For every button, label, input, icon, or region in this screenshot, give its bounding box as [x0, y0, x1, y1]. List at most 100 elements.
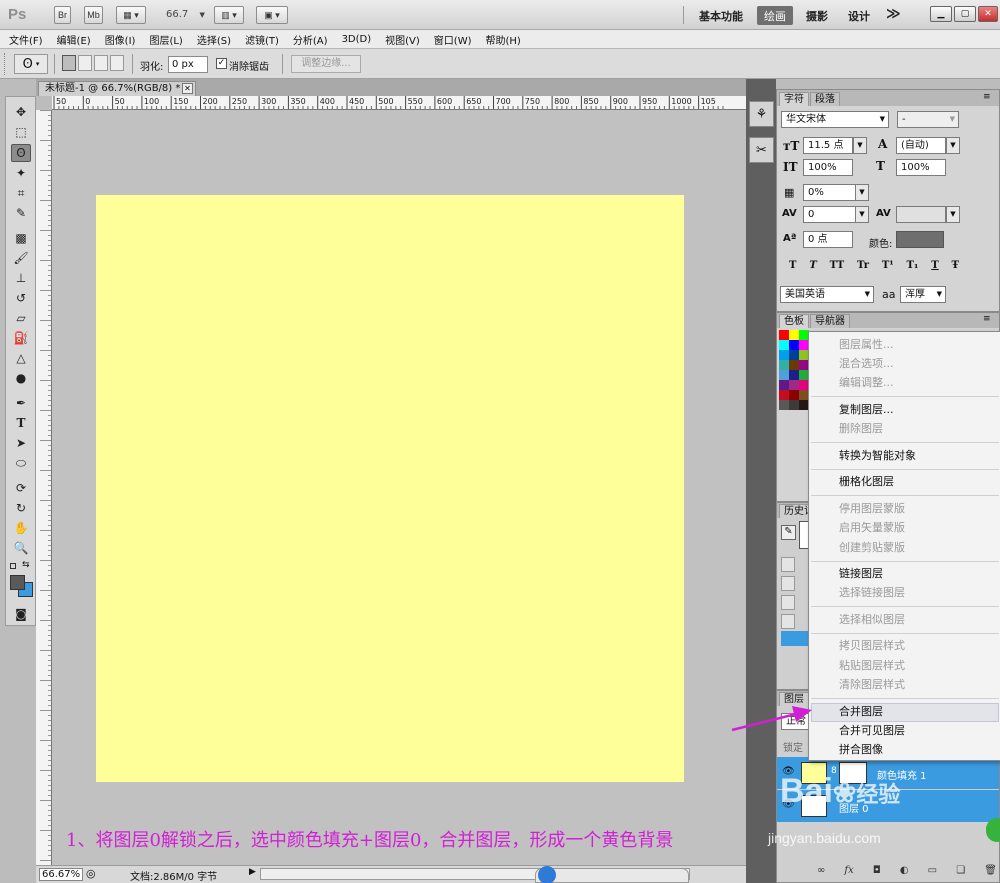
quick-selection-tool[interactable]: ✦ [11, 164, 31, 182]
adjustment-layer-icon[interactable]: ◐ [900, 865, 909, 876]
menu-item-select-similar-layers[interactable]: 选择相似图层 [839, 613, 905, 627]
more-workspaces-button[interactable]: ≫ [886, 6, 901, 22]
default-colors-button[interactable] [10, 563, 16, 569]
menu-view[interactable]: 视图(V) [385, 32, 420, 47]
new-group-icon[interactable]: ▭ [928, 865, 937, 876]
add-mask-icon[interactable]: ◘ [873, 865, 881, 876]
menu-item-enable-vector-mask[interactable]: 启用矢量蒙版 [839, 521, 905, 535]
status-menu-arrow[interactable]: ▶ [249, 867, 256, 877]
workspace-painting[interactable]: 绘画 [757, 6, 793, 25]
tab-character[interactable]: 字符 [779, 92, 809, 106]
swatch[interactable] [789, 330, 799, 340]
swatch[interactable] [779, 380, 789, 390]
eyedropper-tool[interactable]: ✎ [11, 204, 31, 222]
bridge-button[interactable]: Br [54, 6, 71, 24]
text-color-swatch[interactable] [896, 231, 944, 248]
menu-item-clear-layer-style[interactable]: 清除图层样式 [839, 678, 905, 692]
foreground-color-swatch[interactable] [10, 575, 25, 590]
swatch[interactable] [789, 370, 799, 380]
faux-italic-button[interactable]: T [809, 260, 816, 271]
close-tab-button[interactable]: ✕ [182, 83, 193, 94]
strikethrough-button[interactable]: Ŧ [952, 260, 959, 271]
close-button[interactable]: ✕ [978, 6, 998, 22]
snapshot-brush-icon[interactable]: ✎ [781, 525, 796, 540]
underline-button[interactable]: T [931, 260, 938, 271]
healing-brush-tool[interactable]: ▩ [11, 229, 31, 247]
menu-item-convert-smart-object[interactable]: 转换为智能对象 [839, 449, 916, 463]
swap-colors-icon[interactable]: ⇆ [22, 560, 30, 570]
subscript-button[interactable]: T₁ [907, 260, 919, 271]
swatch[interactable] [779, 390, 789, 400]
tracking-dropdown[interactable]: ▼ [946, 206, 960, 223]
baseline-shift-input[interactable]: 0 点 [803, 231, 853, 248]
minimize-button[interactable]: ▁ [930, 6, 952, 22]
workspace-essentials[interactable]: 基本功能 [699, 8, 743, 24]
blur-tool[interactable]: △ [11, 349, 31, 367]
zoom-tool[interactable]: 🔍 [11, 539, 31, 557]
menu-item-rasterize-layer[interactable]: 栅格化图层 [839, 475, 894, 489]
swatch-grid[interactable] [779, 330, 809, 410]
tsume-dropdown[interactable]: ▼ [855, 184, 869, 201]
document-tab[interactable]: 未标题-1 @ 66.7%(RGB/8) * [38, 81, 196, 96]
3d-orbit-tool[interactable]: ↻ [11, 499, 31, 517]
leading-input[interactable]: (自动) [896, 137, 946, 154]
swatch[interactable] [779, 360, 789, 370]
history-state[interactable] [781, 557, 795, 572]
eraser-tool[interactable]: ▱ [11, 309, 31, 327]
ellipse-tool[interactable]: ⬭ [11, 454, 31, 472]
history-state[interactable] [781, 595, 795, 610]
menu-item-copy-layer-style[interactable]: 拷贝图层样式 [839, 639, 905, 653]
menu-item-blending-options[interactable]: 混合选项... [839, 357, 894, 371]
menu-analysis[interactable]: 分析(A) [293, 32, 328, 47]
font-size-dropdown[interactable]: ▼ [853, 137, 867, 154]
menu-item-paste-layer-style[interactable]: 粘贴图层样式 [839, 659, 905, 673]
leading-dropdown[interactable]: ▼ [946, 137, 960, 154]
add-to-selection-button[interactable] [78, 55, 92, 71]
status-zoom[interactable]: 66.67% [39, 868, 84, 881]
menu-item-merge-layers[interactable]: 合并图层 [839, 705, 883, 719]
menu-3d[interactable]: 3D(D) [342, 34, 372, 45]
faux-bold-button[interactable]: T [789, 260, 796, 271]
menu-help[interactable]: 帮助(H) [486, 32, 521, 47]
panel-menu-icon[interactable]: ≡ [983, 314, 991, 324]
menu-item-layer-properties[interactable]: 图层属性... [839, 338, 894, 352]
tab-swatches[interactable]: 色板 [779, 314, 809, 328]
swatch[interactable] [789, 400, 799, 410]
font-size-input[interactable]: 11.5 点 [803, 137, 853, 154]
menu-item-link-layers[interactable]: 链接图层 [839, 567, 883, 581]
font-style-dropdown[interactable]: - ▼ [897, 111, 959, 128]
move-tool[interactable]: ✥ [11, 103, 31, 121]
tab-navigator[interactable]: 导航器 [810, 314, 850, 328]
refine-edge-button[interactable]: 调整边缘... [291, 55, 361, 73]
horizontal-scale-input[interactable]: 100% [896, 159, 946, 176]
history-brush-tool[interactable]: ↺ [11, 289, 31, 307]
brush-tool[interactable]: 🖌 [11, 249, 31, 267]
ime-toolbar[interactable] [535, 866, 689, 883]
menu-file[interactable]: 文件(F) [9, 32, 43, 47]
maximize-button[interactable]: ▢ [954, 6, 976, 22]
panel-menu-icon[interactable]: ≡ [983, 92, 991, 102]
tab-paragraph[interactable]: 段落 [810, 92, 840, 106]
swatch[interactable] [779, 350, 789, 360]
status-info-icon[interactable]: ◎ [86, 867, 96, 880]
menu-item-select-linked-layers[interactable]: 选择链接图层 [839, 586, 905, 600]
quick-mask-button[interactable]: ◙ [11, 605, 31, 623]
clone-stamp-tool[interactable]: ⊥ [11, 269, 31, 287]
menu-window[interactable]: 窗口(W) [434, 32, 472, 47]
kerning-dropdown[interactable]: ▼ [855, 206, 869, 223]
new-layer-icon[interactable]: ❏ [956, 865, 965, 876]
crop-tool[interactable]: ⌗ [11, 184, 31, 202]
superscript-button[interactable]: T¹ [882, 260, 894, 271]
lasso-tool[interactable]: ʘ [11, 144, 31, 162]
history-state[interactable] [781, 614, 795, 629]
3d-rotate-tool[interactable]: ⟳ [11, 479, 31, 497]
menu-item-edit-adjustment[interactable]: 编辑调整... [839, 376, 894, 390]
menu-image[interactable]: 图像(I) [105, 32, 136, 47]
swatch[interactable] [779, 400, 789, 410]
layer-style-icon[interactable]: fx [844, 865, 853, 876]
marquee-tool[interactable]: ⬚ [11, 123, 31, 141]
swatch[interactable] [789, 350, 799, 360]
swatch[interactable] [789, 360, 799, 370]
menu-select[interactable]: 选择(S) [197, 32, 231, 47]
font-family-dropdown[interactable]: 华文宋体 ▼ [781, 111, 889, 128]
